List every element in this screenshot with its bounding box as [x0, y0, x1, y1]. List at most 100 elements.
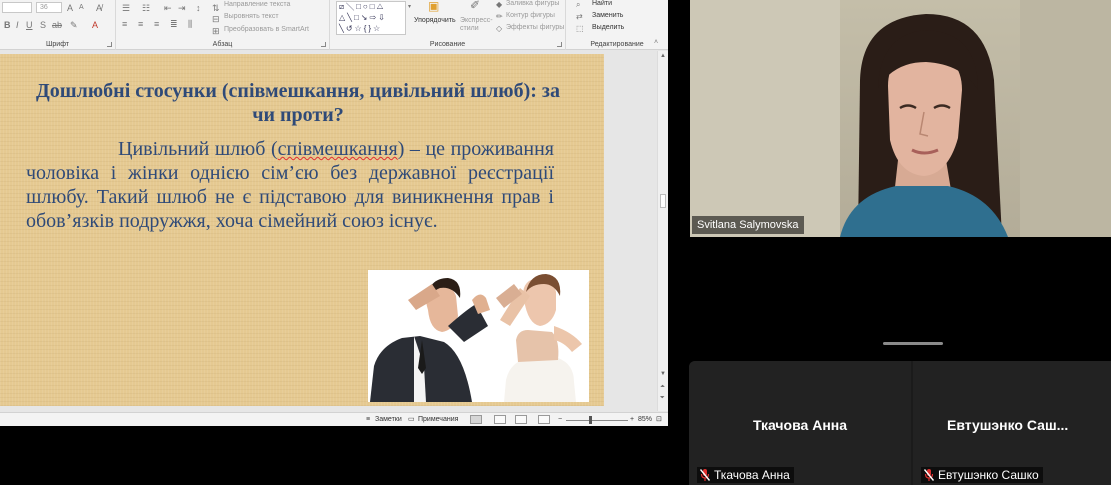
shapes-row-1-icon: ⧄╲□○□△	[339, 2, 386, 11]
text-direction-button[interactable]: Направление текста	[224, 1, 290, 8]
align-left-icon[interactable]: ≡	[122, 19, 127, 29]
fit-slide-icon[interactable]: ⊡	[656, 414, 662, 425]
decrease-font-icon[interactable]: A	[79, 3, 84, 13]
mic-muted-icon	[699, 469, 711, 481]
shape-effects-button[interactable]: Эффекты фигуры	[506, 24, 564, 31]
reading-view-button[interactable]	[515, 415, 527, 424]
speaker-video-tile[interactable]	[690, 0, 1111, 237]
increase-indent-icon[interactable]: ⇥	[178, 3, 186, 13]
shape-fill-button[interactable]: Заливка фигуры	[506, 0, 559, 7]
decrease-indent-icon[interactable]: ⇤	[164, 3, 172, 13]
paragraph-dialog-launcher[interactable]	[321, 42, 326, 47]
convert-smartart-button[interactable]: Преобразовать в SmartArt	[224, 26, 309, 33]
collapse-ribbon-icon[interactable]: ˄	[654, 38, 658, 48]
scroll-down-icon[interactable]: ▼	[660, 371, 666, 377]
speaker-name-label: Svitlana Salymovska	[692, 216, 804, 234]
ribbon-group-editing: ⌕ Найти ⇄ Заменить ⬚ Выделить Редактиров…	[566, 0, 668, 50]
italic-icon[interactable]: I	[16, 20, 19, 30]
participant-label-text: Евтушэнко Сашко	[938, 468, 1039, 482]
shape-effects-icon[interactable]: ◇	[496, 24, 502, 34]
shapes-gallery[interactable]: ⧄╲□○□△ △╲□↘⇨⇩ ╲↺☆{}☆	[336, 1, 406, 35]
speaker-video	[690, 0, 1111, 237]
participant-tile[interactable]: Евтушэнко Саш... Евтушэнко Сашко	[913, 361, 1111, 485]
zoom-slider-handle[interactable]	[589, 416, 592, 424]
align-text-button[interactable]: Выровнять текст	[224, 13, 279, 20]
status-bar: ≡ Заметки ▭ Примечания − + 85% ⊡	[0, 412, 668, 426]
zoom-level[interactable]: 85%	[638, 414, 652, 425]
editing-group-label: Редактирование	[590, 41, 644, 48]
strikethrough-icon[interactable]: ab	[52, 20, 62, 30]
ribbon-group-font: 36 A A A̸ B I U S ab ✎ A Шрифт	[0, 0, 116, 50]
arrange-icon[interactable]: ▣	[428, 0, 439, 12]
participant-name-label: Евтушэнко Сашко	[921, 467, 1043, 483]
numbering-icon[interactable]: ☷	[142, 3, 150, 13]
gallery-more-icon[interactable]: ▾	[408, 2, 411, 12]
find-icon[interactable]: ⌕	[576, 0, 580, 10]
slide-title[interactable]: Дошлюбні стосунки (співмешкання, цивільн…	[28, 79, 568, 127]
text-direction-icon[interactable]: ⇅	[212, 3, 220, 13]
scroll-up-icon[interactable]: ▲	[660, 53, 666, 59]
bullets-icon[interactable]: ☰	[122, 3, 130, 13]
font-dialog-launcher[interactable]	[107, 42, 112, 47]
quick-styles-button[interactable]: Экспресс-стили	[460, 17, 493, 33]
font-size-select[interactable]: 36	[36, 2, 62, 13]
find-button[interactable]: Найти	[592, 0, 612, 7]
notes-icon: ≡	[366, 416, 371, 423]
slide-sorter-button[interactable]	[494, 415, 506, 424]
paragraph-group-label: Абзац	[212, 41, 233, 48]
mic-muted-icon	[923, 469, 935, 481]
clear-format-icon[interactable]: A̸	[96, 3, 102, 13]
comments-icon: ▭	[408, 416, 415, 423]
zoom-out-icon[interactable]: −	[558, 414, 562, 425]
participant-tile[interactable]: Ткачова Анна Ткачова Анна	[689, 361, 911, 485]
ribbon: 36 A A A̸ B I U S ab ✎ A Шрифт ☰ ☷ ⇤ ⇥ ↕…	[0, 0, 668, 50]
line-spacing-icon[interactable]: ↕	[196, 3, 201, 13]
replace-button[interactable]: Заменить	[592, 12, 623, 19]
slide-editing-area[interactable]: Дошлюбні стосунки (співмешкання, цивільн…	[0, 51, 668, 411]
vertical-scrollbar[interactable]: ▲ ▼ ⏶ ⏷	[657, 51, 668, 411]
select-button[interactable]: Выделить	[592, 24, 624, 31]
bold-icon[interactable]: B	[4, 20, 11, 30]
slide[interactable]: Дошлюбні стосунки (співмешкання, цивільн…	[0, 54, 604, 406]
quick-styles-icon[interactable]: ✐	[470, 0, 480, 11]
shadow-icon[interactable]: S	[40, 20, 46, 30]
align-center-icon[interactable]: ≡	[138, 19, 143, 29]
shape-outline-button[interactable]: Контур фигуры	[506, 12, 555, 19]
couple-masks-photo[interactable]	[368, 270, 589, 402]
zoom-slider[interactable]	[566, 420, 628, 421]
shape-fill-icon[interactable]: ◆	[496, 0, 502, 10]
normal-view-button[interactable]	[470, 415, 482, 424]
font-group-label: Шрифт	[45, 41, 70, 48]
drawing-dialog-launcher[interactable]	[557, 42, 562, 47]
next-slide-icon[interactable]: ⏷	[660, 395, 665, 402]
ribbon-group-drawing: ⧄╲□○□△ △╲□↘⇨⇩ ╲↺☆{}☆ ▾ ▣ Упорядочить ✐ Э…	[330, 0, 566, 50]
justify-icon[interactable]: ≣	[170, 19, 178, 29]
replace-icon[interactable]: ⇄	[576, 12, 583, 22]
comments-button[interactable]: Примечания	[418, 414, 458, 425]
align-text-icon[interactable]: ⊟	[212, 14, 220, 24]
select-icon[interactable]: ⬚	[576, 24, 584, 34]
body-text-part: Цивільний шлюб (	[118, 138, 278, 160]
participant-display-name: Ткачова Анна	[752, 417, 848, 433]
font-name-select[interactable]	[2, 2, 32, 13]
columns-icon[interactable]: ⫼	[188, 19, 192, 29]
previous-slide-icon[interactable]: ⏶	[660, 384, 665, 391]
highlight-icon[interactable]: ✎	[70, 20, 78, 30]
font-color-icon[interactable]: A	[92, 20, 98, 30]
drawing-group-label: Рисование	[429, 41, 466, 48]
participant-display-name: Евтушэнко Саш...	[947, 417, 1069, 433]
increase-font-icon[interactable]: A	[67, 3, 73, 13]
underline-icon[interactable]: U	[26, 20, 33, 30]
slide-body-text[interactable]: Цивільний шлюб (співмешкання) – це прожи…	[26, 137, 554, 233]
shapes-row-3-icon: ╲↺☆{}☆	[339, 24, 383, 33]
arrange-button[interactable]: Упорядочить	[414, 17, 456, 24]
shape-outline-icon[interactable]: ✏	[496, 12, 503, 22]
notes-button[interactable]: Заметки	[375, 414, 402, 425]
powerpoint-window: 36 A A A̸ B I U S ab ✎ A Шрифт ☰ ☷ ⇤ ⇥ ↕…	[0, 0, 668, 426]
align-right-icon[interactable]: ≡	[154, 19, 159, 29]
panel-resize-handle[interactable]	[883, 342, 943, 345]
slideshow-button[interactable]	[538, 415, 550, 424]
smartart-icon[interactable]: ⊞	[212, 26, 220, 36]
zoom-in-icon[interactable]: +	[630, 414, 634, 425]
scrollbar-thumb[interactable]	[660, 194, 666, 208]
